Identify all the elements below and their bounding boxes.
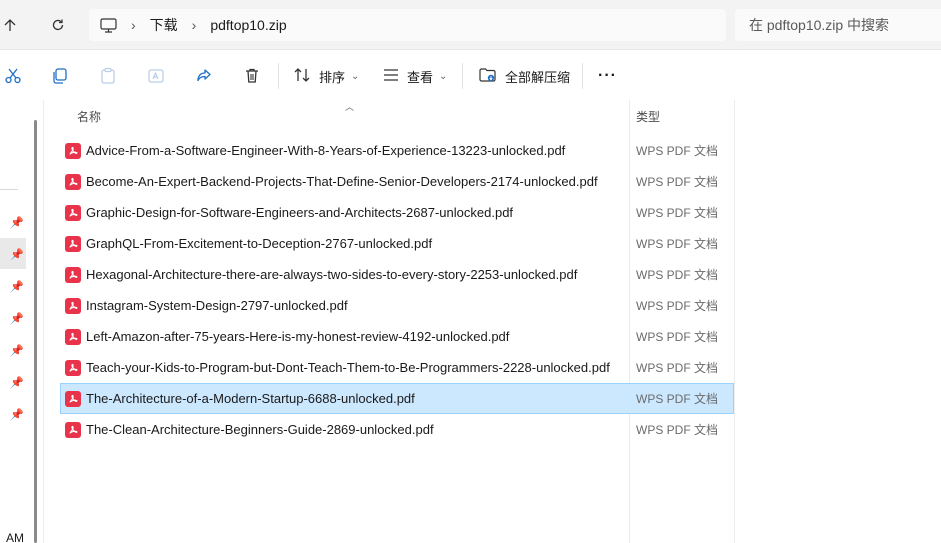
file-type: WPS PDF 文档 <box>636 175 719 189</box>
file-name: Instagram-System-Design-2797-unlocked.pd… <box>86 298 348 313</box>
paste-icon <box>97 65 119 87</box>
sort-ascending-icon: ︿ <box>345 102 355 112</box>
file-type: WPS PDF 文档 <box>636 392 719 406</box>
view-list-icon <box>383 68 399 85</box>
file-name: Graphic-Design-for-Software-Engineers-an… <box>86 205 514 220</box>
breadcrumb-zip[interactable]: pdftop10.zip <box>210 17 286 33</box>
pin-icon[interactable]: 📌 <box>10 343 24 357</box>
pin-icon[interactable]: 📌 <box>10 279 24 293</box>
file-row[interactable]: GraphQL-From-Excitement-to-Deception-276… <box>60 228 734 259</box>
file-type: WPS PDF 文档 <box>636 144 719 158</box>
pin-icon[interactable]: 📌 <box>10 375 24 389</box>
share-icon[interactable] <box>193 65 215 87</box>
pane-divider <box>734 100 735 543</box>
breadcrumb-downloads[interactable]: 下载 <box>150 15 178 35</box>
more-options-button[interactable]: ··· <box>598 63 617 89</box>
up-arrow-icon[interactable] <box>0 13 22 37</box>
pdf-file-icon <box>65 328 81 345</box>
view-label: 查看 <box>407 69 434 85</box>
file-row[interactable]: Instagram-System-Design-2797-unlocked.pd… <box>60 290 734 321</box>
breadcrumb-chevron-icon[interactable]: › <box>192 17 197 33</box>
file-row[interactable]: Graphic-Design-for-Software-Engineers-an… <box>60 197 734 228</box>
file-type: WPS PDF 文档 <box>636 330 719 344</box>
address-bar[interactable]: › 下载 › pdftop10.zip <box>89 9 726 41</box>
file-name: Become-An-Expert-Backend-Projects-That-D… <box>86 174 598 189</box>
pdf-file-icon <box>65 142 81 159</box>
chevron-down-icon: ⌄ <box>351 70 360 82</box>
search-input[interactable]: 在 pdftop10.zip 中搜索 <box>735 9 941 41</box>
extract-folder-icon <box>479 67 497 86</box>
pdf-file-icon <box>65 359 81 376</box>
nav-scrollbar[interactable] <box>34 120 37 543</box>
view-button[interactable]: 查看 ⌄ <box>383 63 447 89</box>
nav-partial-text: AM <box>6 531 24 543</box>
address-row: › 下载 › pdftop10.zip 在 pdftop10.zip 中搜索 <box>0 0 941 50</box>
details-pane-icon[interactable] <box>934 65 941 87</box>
column-header-name-label: 名称 <box>77 109 102 124</box>
sort-icon <box>294 67 311 86</box>
file-list: Advice-From-a-Software-Engineer-With-8-Y… <box>60 135 734 445</box>
file-type: WPS PDF 文档 <box>636 206 719 220</box>
pdf-file-icon <box>65 173 81 190</box>
toolbar-divider <box>582 63 583 89</box>
file-name: Hexagonal-Architecture-there-are-always-… <box>86 267 578 282</box>
file-row[interactable]: Left-Amazon-after-75-years-Here-is-my-ho… <box>60 321 734 352</box>
sort-button[interactable]: 排序 ⌄ <box>294 63 359 89</box>
pdf-file-icon <box>65 297 81 314</box>
pdf-file-icon <box>65 204 81 221</box>
column-header-type-label: 类型 <box>636 109 661 124</box>
column-header-type[interactable]: 类型 <box>636 100 660 132</box>
chevron-down-icon: ⌄ <box>439 70 448 82</box>
refresh-icon[interactable] <box>46 13 70 37</box>
file-name: GraphQL-From-Excitement-to-Deception-276… <box>86 236 433 251</box>
extract-all-button[interactable]: 全部解压缩 <box>479 63 570 89</box>
file-type: WPS PDF 文档 <box>636 361 719 375</box>
copy-icon[interactable] <box>49 65 71 87</box>
file-row[interactable]: Advice-From-a-Software-Engineer-With-8-Y… <box>60 135 734 166</box>
pdf-file-icon <box>65 421 81 438</box>
file-type: WPS PDF 文档 <box>636 423 719 437</box>
pin-icon[interactable]: 📌 <box>10 311 24 325</box>
file-name: Teach-your-Kids-to-Program-but-Dont-Teac… <box>86 360 610 375</box>
file-type: WPS PDF 文档 <box>636 268 719 282</box>
more-icon: ··· <box>598 67 617 84</box>
file-row[interactable]: The-Architecture-of-a-Modern-Startup-668… <box>60 383 734 414</box>
pdf-file-icon <box>65 235 81 252</box>
file-type: WPS PDF 文档 <box>636 299 719 313</box>
cut-icon[interactable] <box>2 65 24 87</box>
extract-all-label: 全部解压缩 <box>505 69 571 85</box>
pdf-file-icon <box>65 266 81 283</box>
pin-icon[interactable]: 📌 <box>10 247 24 261</box>
file-name: The-Clean-Architecture-Beginners-Guide-2… <box>86 422 434 437</box>
command-toolbar: 排序 ⌄ 查看 ⌄ 全部解压缩 ··· <box>0 51 941 100</box>
file-row[interactable]: Teach-your-Kids-to-Program-but-Dont-Teac… <box>60 352 734 383</box>
toolbar-divider <box>278 63 279 89</box>
nav-divider <box>0 189 18 190</box>
pin-icon[interactable]: 📌 <box>10 407 24 421</box>
file-name: Left-Amazon-after-75-years-Here-is-my-ho… <box>86 329 510 344</box>
file-row[interactable]: Hexagonal-Architecture-there-are-always-… <box>60 259 734 290</box>
breadcrumb-chevron-icon[interactable]: › <box>131 17 136 33</box>
column-header-name[interactable]: 名称 <box>77 100 101 132</box>
computer-icon <box>100 17 117 33</box>
file-row[interactable]: Become-An-Expert-Backend-Projects-That-D… <box>60 166 734 197</box>
delete-icon[interactable] <box>241 65 263 87</box>
rename-icon <box>145 65 167 87</box>
pin-icon[interactable]: 📌 <box>10 215 24 229</box>
search-placeholder: 在 pdftop10.zip 中搜索 <box>749 17 890 33</box>
pdf-file-icon <box>65 390 81 407</box>
file-name: The-Architecture-of-a-Modern-Startup-668… <box>86 391 415 406</box>
toolbar-divider <box>462 63 463 89</box>
file-type: WPS PDF 文档 <box>636 237 719 251</box>
sort-label: 排序 <box>319 69 346 85</box>
file-row[interactable]: The-Clean-Architecture-Beginners-Guide-2… <box>60 414 734 445</box>
file-name: Advice-From-a-Software-Engineer-With-8-Y… <box>86 143 566 158</box>
